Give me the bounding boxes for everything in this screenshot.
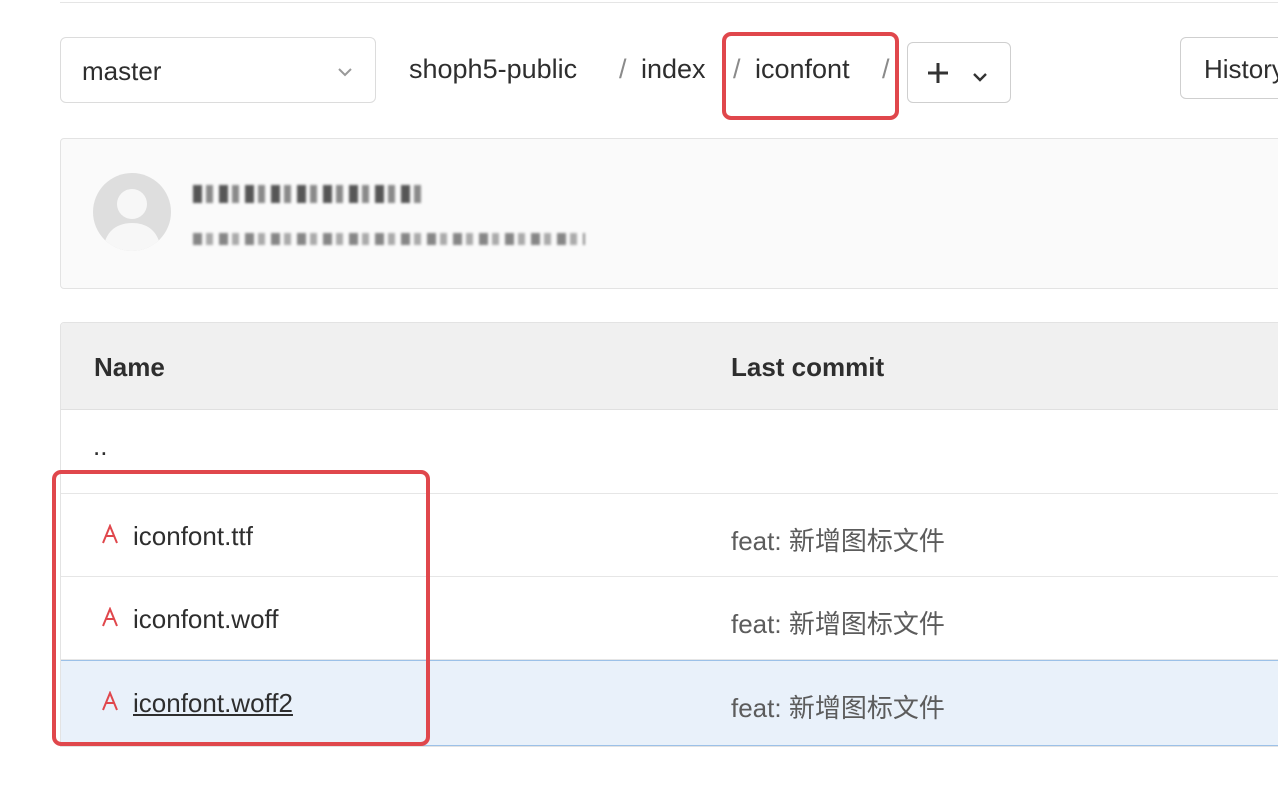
- add-dropdown-button[interactable]: [907, 42, 1011, 103]
- top-divider: [60, 2, 1278, 3]
- column-header-last-commit: Last commit: [731, 352, 885, 382]
- branch-select-value: master: [82, 56, 162, 86]
- breadcrumb-item-repo[interactable]: shoph5-public: [409, 54, 577, 85]
- column-header-name: Name: [94, 352, 165, 382]
- last-commit-panel: [60, 138, 1278, 289]
- chevron-down-icon: [337, 64, 353, 82]
- commit-message-obscured: [193, 233, 585, 245]
- last-commit-link[interactable]: feat: 新增图标文件: [731, 604, 945, 641]
- chevron-down-icon: [972, 69, 988, 87]
- branch-select[interactable]: master: [60, 37, 376, 103]
- commit-author-obscured: [193, 185, 423, 203]
- breadcrumb-highlight-box: [722, 32, 899, 120]
- parent-directory-link[interactable]: ..: [93, 431, 107, 462]
- table-header: Name Last commit: [61, 323, 1278, 410]
- history-button[interactable]: History: [1180, 37, 1278, 99]
- last-commit-link[interactable]: feat: 新增图标文件: [731, 688, 945, 725]
- last-commit-link[interactable]: feat: 新增图标文件: [731, 521, 945, 558]
- breadcrumb-separator: /: [619, 54, 627, 84]
- files-highlight-box: [52, 470, 430, 746]
- plus-icon: [926, 61, 950, 90]
- breadcrumb-item-index[interactable]: index: [641, 54, 706, 85]
- avatar[interactable]: [93, 173, 171, 251]
- history-button-label: History: [1204, 54, 1278, 84]
